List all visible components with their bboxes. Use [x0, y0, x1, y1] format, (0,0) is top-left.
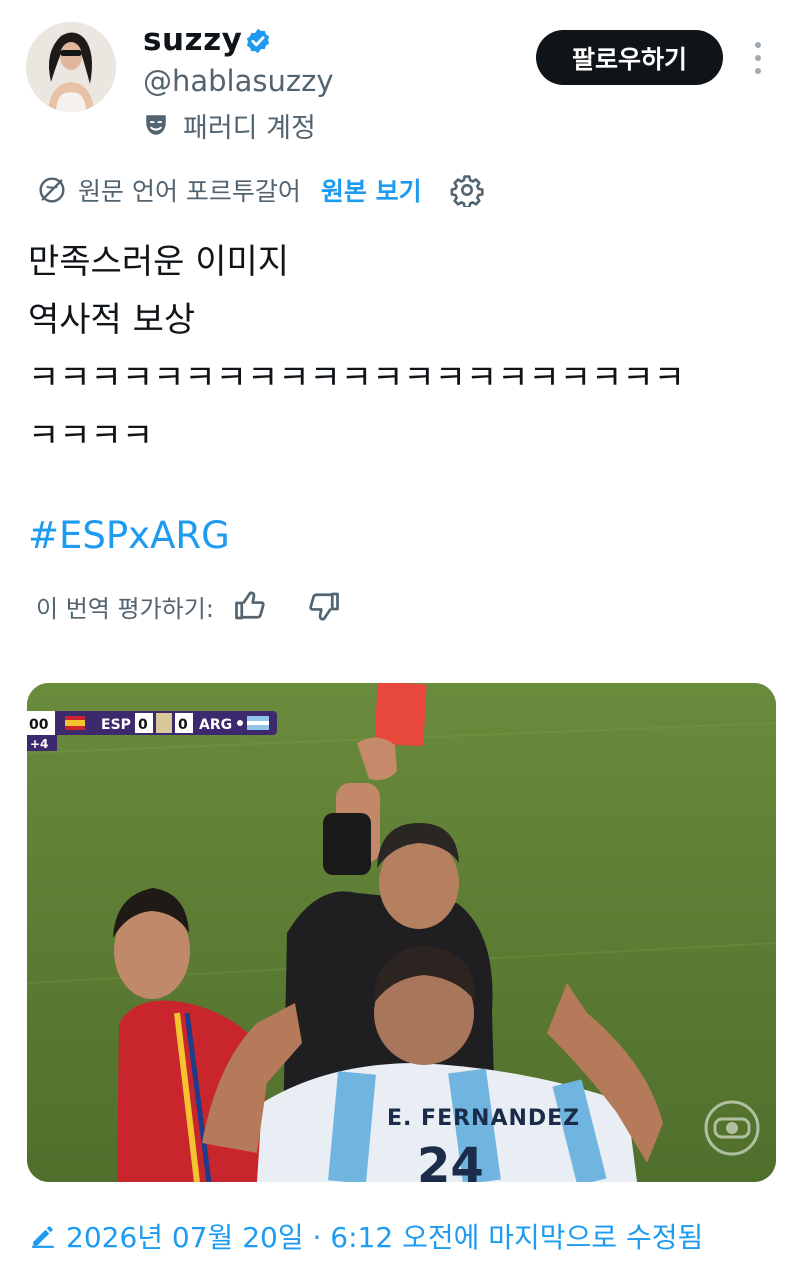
parody-label: 패러디 계정 — [143, 108, 316, 144]
avatar[interactable] — [26, 22, 116, 112]
tweet-text-line: ㅋㅋㅋㅋㅋㅋㅋㅋㅋㅋㅋㅋㅋㅋㅋㅋㅋㅋㅋㅋㅋ — [28, 358, 685, 398]
pencil-icon — [32, 1226, 54, 1248]
tweet-text-line: 역사적 보상 — [28, 300, 196, 340]
jersey-name-text: E. FERNANDEZ — [387, 1106, 580, 1131]
away-team-label: ARG — [199, 717, 232, 733]
tweet-text-line: ㅋㅋㅋㅋ — [28, 416, 154, 456]
added-time: +4 — [30, 737, 48, 751]
home-score: 0 — [138, 717, 148, 733]
tweet-detail: suzzy @hablasuzzy 패러디 계정 팔로우하기 원문 언어 포르투… — [0, 0, 800, 1270]
translate-globe-icon — [39, 177, 65, 203]
edited-timestamp[interactable]: 2026년 07월 20일 · 6:12 오전에 마지막으로 수정됨 — [66, 1216, 703, 1256]
thumbs-down-icon[interactable] — [306, 588, 342, 624]
rate-translation-label: 이 번역 평가하기: — [36, 594, 214, 623]
parody-text: 패러디 계정 — [183, 112, 316, 144]
show-original-link[interactable]: 원본 보기 — [321, 172, 422, 208]
theater-mask-icon — [146, 115, 166, 135]
match-clock: 00 — [29, 717, 49, 733]
gear-icon[interactable] — [450, 173, 484, 207]
away-score: 0 — [178, 717, 188, 733]
translation-source-label: 원문 언어 포르투갈어 — [78, 177, 301, 206]
tweet-text-line: 만족스러운 이미지 — [28, 242, 290, 282]
follow-button[interactable]: 팔로우하기 — [536, 30, 723, 85]
edited-info-row[interactable]: 2026년 07월 20일 · 6:12 오전에 마지막으로 수정됨 — [30, 1216, 703, 1256]
display-name[interactable]: suzzy — [143, 22, 242, 58]
more-options-icon[interactable] — [746, 38, 770, 78]
hashtag-link[interactable]: #ESPxARG — [28, 514, 230, 557]
home-team-label: ESP — [101, 717, 131, 733]
jersey-number-text: 24 — [417, 1138, 484, 1182]
translation-row: 원문 언어 포르투갈어 원본 보기 — [36, 170, 484, 210]
tweet-photo[interactable]: E. FERNANDEZ 24 00 ESP 0 0 ARG +4 — [27, 683, 776, 1182]
rate-translation-row: 이 번역 평가하기: — [36, 585, 342, 627]
thumbs-up-icon[interactable] — [232, 588, 268, 624]
verified-badge-icon — [246, 28, 270, 54]
handle[interactable]: @hablasuzzy — [143, 64, 333, 98]
